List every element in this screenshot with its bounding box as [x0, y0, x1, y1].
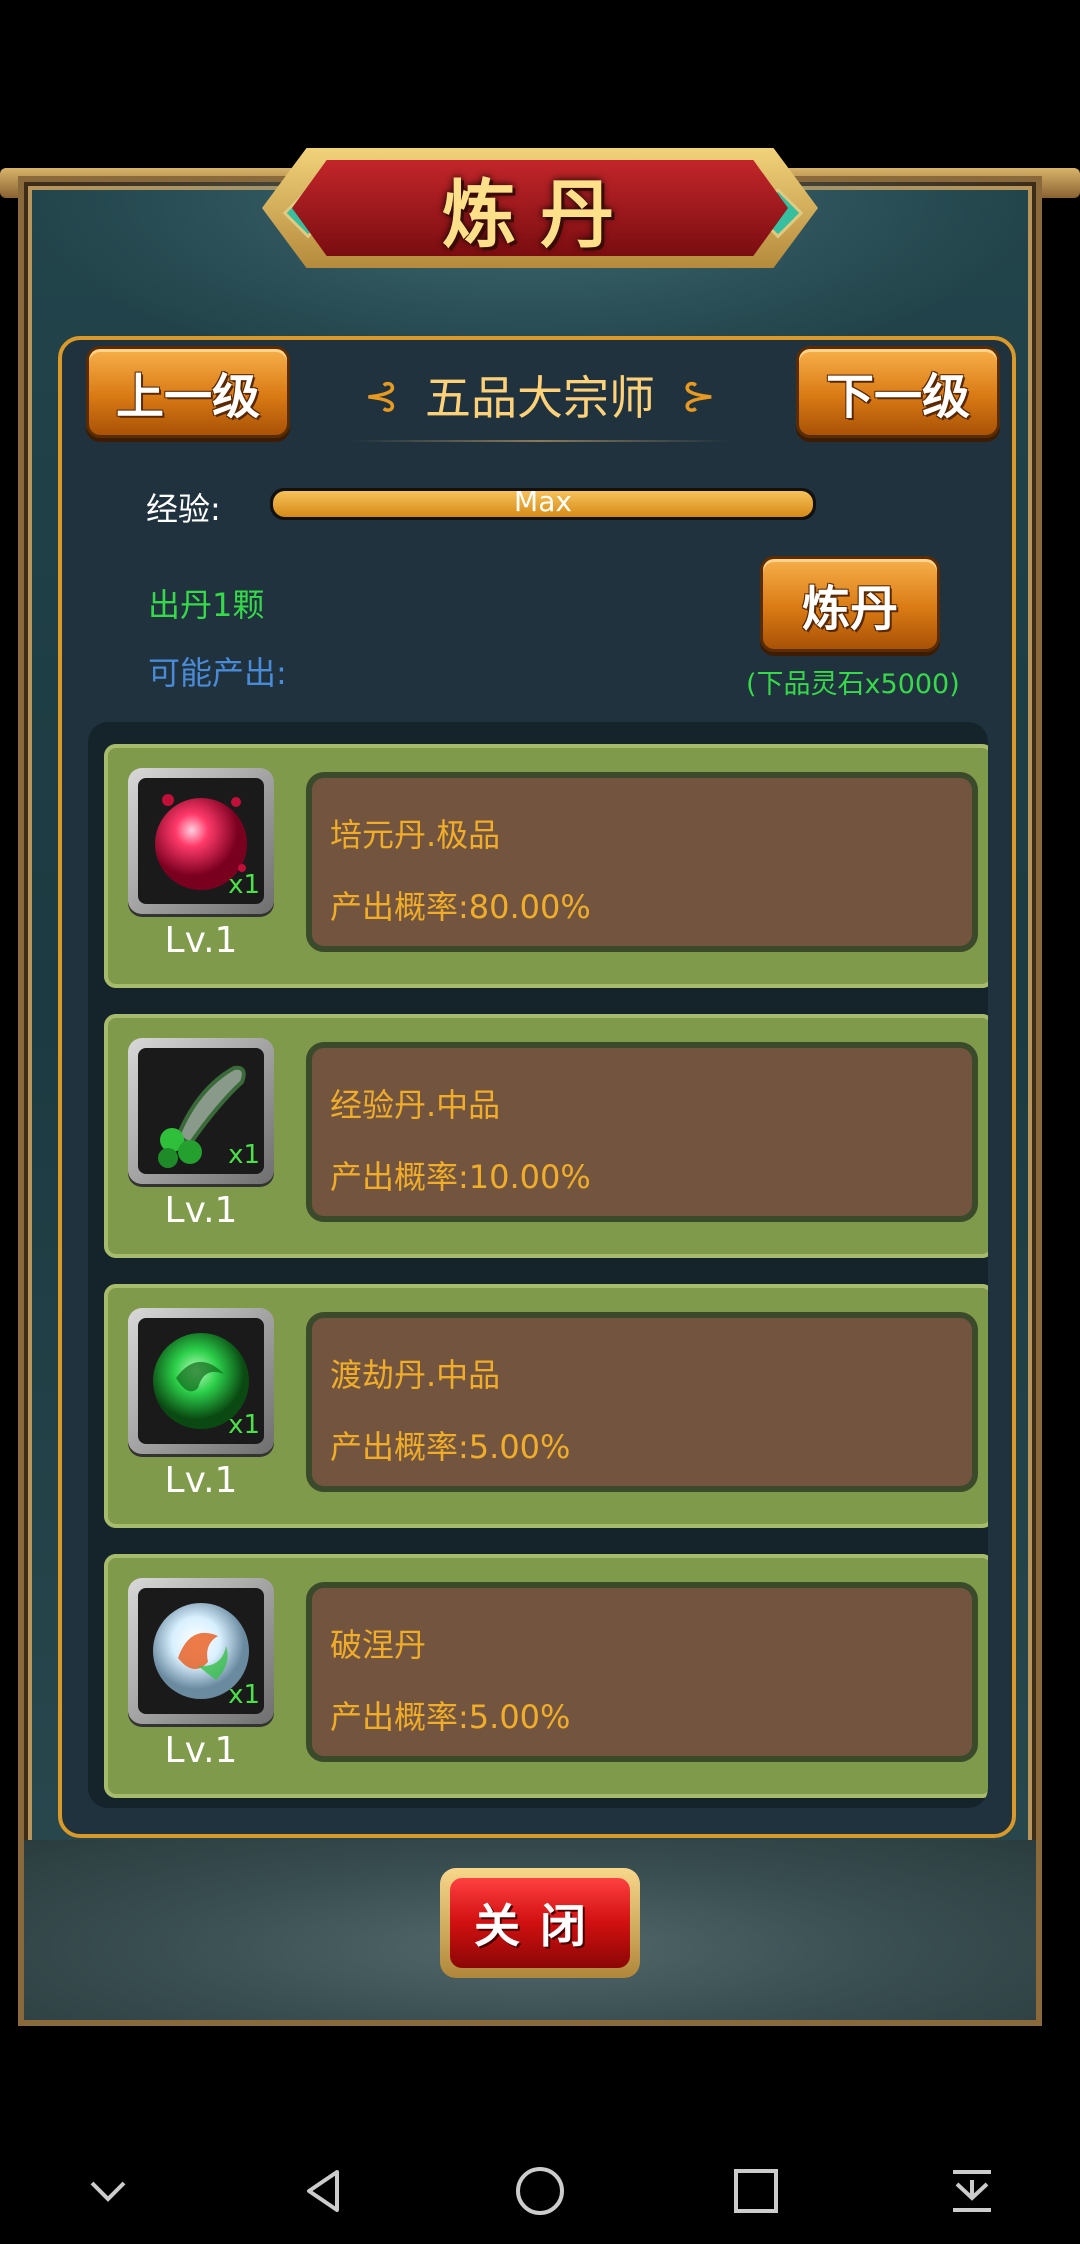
- item-description: 经验丹.中品 产出概率:10.00%: [306, 1042, 978, 1222]
- title-plate: 炼丹: [292, 160, 788, 256]
- system-navigation-bar: [0, 2138, 1080, 2244]
- close-button-label: 关闭: [450, 1878, 630, 1968]
- possible-output-label: 可能产出:: [148, 654, 287, 692]
- item-icon-frame: x1: [128, 768, 274, 914]
- download-icon[interactable]: [932, 2151, 1012, 2231]
- item-rate: 产出概率:5.00%: [330, 1698, 571, 1736]
- item-qty: x1: [228, 1140, 260, 1170]
- home-icon[interactable]: [500, 2151, 580, 2231]
- item-description: 培元丹.极品 产出概率:80.00%: [306, 772, 978, 952]
- item-name: 渡劫丹.中品: [330, 1356, 501, 1394]
- item-name: 破涅丹: [330, 1626, 427, 1664]
- list-item[interactable]: x1 Lv.1 破涅丹 产出概率:5.00%: [104, 1554, 988, 1798]
- ornament-right-icon: ⊱: [681, 370, 717, 420]
- prev-level-button[interactable]: 上一级: [86, 346, 290, 438]
- item-level: Lv.1: [164, 1730, 238, 1771]
- list-item[interactable]: x1 Lv.1 经验丹.中品 产出概率:10.00%: [104, 1014, 988, 1258]
- item-rate: 产出概率:80.00%: [330, 888, 591, 926]
- page-title: 炼丹: [442, 171, 638, 258]
- item-rate: 产出概率:10.00%: [330, 1158, 591, 1196]
- next-level-button[interactable]: 下一级: [796, 346, 1000, 438]
- craft-cost: (下品灵石x5000): [746, 669, 960, 700]
- list-item[interactable]: x1 Lv.1 培元丹.极品 产出概率:80.00%: [104, 744, 988, 988]
- item-level: Lv.1: [164, 1460, 238, 1501]
- item-name: 经验丹.中品: [330, 1086, 501, 1124]
- item-description: 破涅丹 产出概率:5.00%: [306, 1582, 978, 1762]
- craft-button[interactable]: 炼丹: [760, 556, 940, 652]
- item-name: 培元丹.极品: [330, 816, 501, 854]
- item-level: Lv.1: [164, 1190, 238, 1231]
- item-icon-frame: x1: [128, 1308, 274, 1454]
- exp-value: Max: [514, 485, 572, 518]
- item-level: Lv.1: [164, 920, 238, 961]
- item-icon-frame: x1: [128, 1578, 274, 1724]
- list-item[interactable]: x1 Lv.1 渡劫丹.中品 产出概率:5.00%: [104, 1284, 988, 1528]
- item-qty: x1: [228, 1680, 260, 1710]
- item-rate: 产出概率:5.00%: [330, 1428, 571, 1466]
- rank-title: ⊰ 五品大宗师 ⊱: [330, 360, 750, 430]
- output-list[interactable]: x1 Lv.1 培元丹.极品 产出概率:80.00% x1 Lv.1 经验丹.中…: [88, 722, 988, 1808]
- chevron-down-icon[interactable]: [68, 2151, 148, 2231]
- item-icon-frame: x1: [128, 1038, 274, 1184]
- close-button[interactable]: 关闭: [440, 1868, 640, 1978]
- exp-progress-bar: Max: [270, 485, 816, 520]
- item-qty: x1: [228, 870, 260, 900]
- rank-title-text: 五品大宗师: [425, 371, 655, 425]
- output-count: 出丹1颗: [148, 586, 265, 624]
- rank-divider: [350, 440, 730, 442]
- ornament-left-icon: ⊰: [363, 370, 399, 420]
- back-icon[interactable]: [284, 2151, 364, 2231]
- recents-icon[interactable]: [716, 2151, 796, 2231]
- item-description: 渡劫丹.中品 产出概率:5.00%: [306, 1312, 978, 1492]
- item-qty: x1: [228, 1410, 260, 1440]
- exp-label: 经验:: [146, 490, 221, 528]
